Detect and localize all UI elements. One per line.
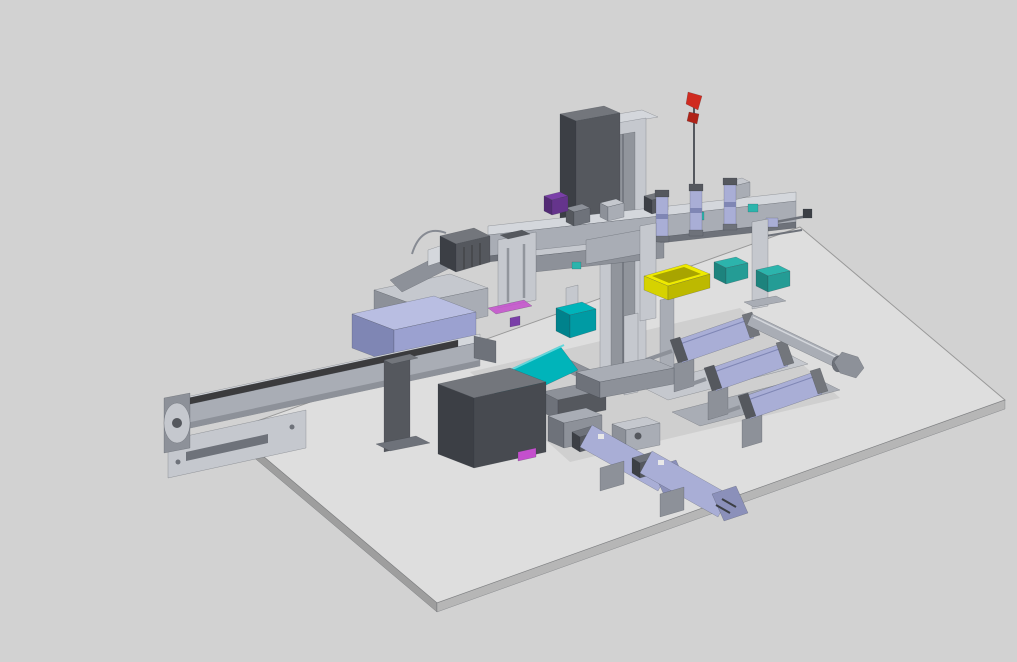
- teal-sensor-chip: [571, 261, 582, 270]
- conveyor-bracket-front: [383, 353, 411, 453]
- conveyor-bolt-hole: [175, 459, 181, 465]
- mini-cylinder-base: [654, 235, 670, 243]
- mini-cylinder-band: [656, 214, 668, 219]
- cad-viewport[interactable]: [0, 0, 1017, 662]
- mini-cylinder-cap: [722, 177, 738, 186]
- mini-cylinder-base: [688, 229, 704, 237]
- gripper-label-chip: [658, 460, 664, 465]
- conveyor-end-cap: [473, 335, 497, 364]
- conveyor-bolt-hole: [289, 424, 295, 430]
- mini-cylinder-cap: [688, 183, 704, 192]
- mini-cylinder-base: [722, 223, 738, 231]
- carriage-plate: [497, 231, 537, 309]
- teal-sensor-chip: [747, 203, 759, 213]
- mini-cylinder-cap: [654, 189, 670, 198]
- guide-rod-tip: [802, 208, 813, 219]
- pulley-hub: [172, 418, 182, 428]
- motor-box-front: [437, 383, 475, 469]
- fixture-hole: [634, 432, 642, 440]
- dark-motor-box[interactable]: [437, 367, 547, 469]
- cad-canvas[interactable]: [0, 0, 1017, 662]
- support-post: [639, 222, 657, 322]
- cylinder-riser: [741, 413, 763, 449]
- mini-cylinder-band: [690, 208, 702, 213]
- mini-cylinder-band: [724, 202, 736, 207]
- purple-chip: [509, 315, 521, 328]
- gripper-label-chip: [598, 434, 604, 439]
- gantry-carriage[interactable]: [497, 229, 537, 309]
- support-post: [751, 218, 769, 310]
